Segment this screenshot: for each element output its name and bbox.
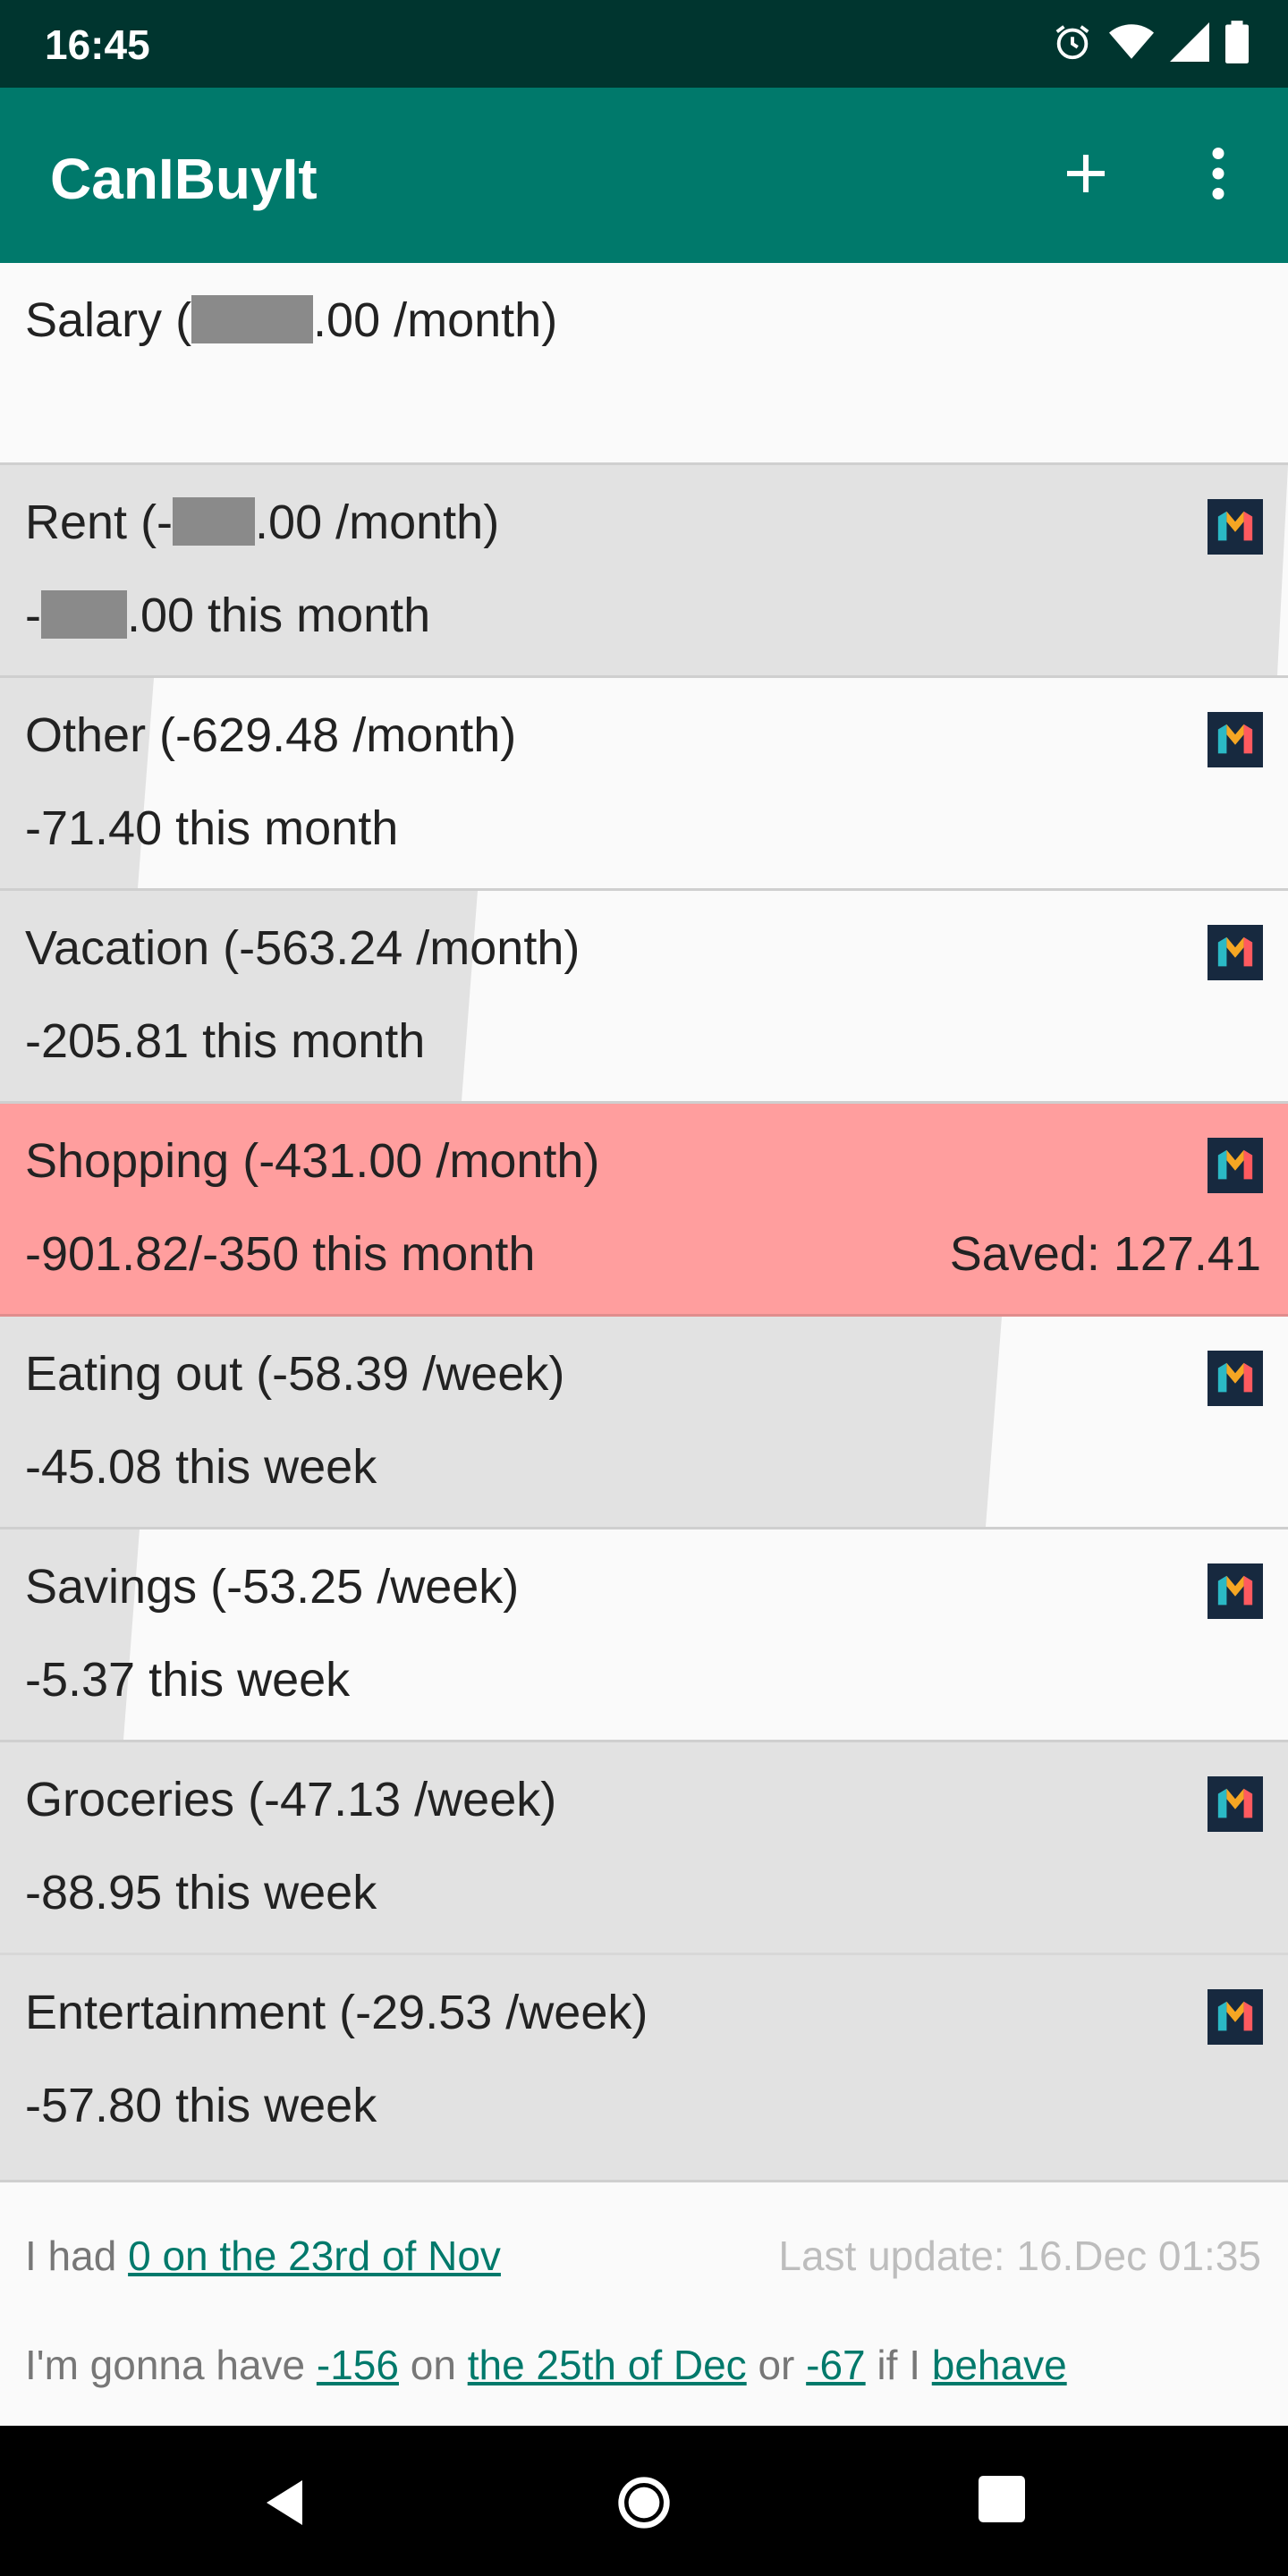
behave-amount-link[interactable]: -67 bbox=[806, 2342, 865, 2388]
category-label: Eating out (-58.39 /week) bbox=[25, 1347, 565, 1401]
status-time: 16:45 bbox=[45, 21, 150, 68]
budget-row-shopping[interactable]: Shopping (-431.00 /month) -901.82/-350 t… bbox=[0, 1104, 1288, 1317]
category-spent: -57.80 this week bbox=[25, 2079, 377, 2132]
behave-link[interactable]: behave bbox=[932, 2342, 1067, 2388]
category-label: Groceries (-47.13 /week) bbox=[25, 1773, 557, 1826]
monzo-icon bbox=[1208, 925, 1263, 980]
projection-footer: I had 0 on the 23rd of Nov Last update: … bbox=[0, 2182, 1288, 2426]
monzo-icon bbox=[1208, 1351, 1263, 1406]
history-line: I had 0 on the 23rd of Nov bbox=[25, 2233, 501, 2279]
budget-row-groceries[interactable]: Groceries (-47.13 /week) -88.95 this wee… bbox=[0, 1742, 1288, 1955]
projection-date-link[interactable]: the 25th of Dec bbox=[468, 2342, 747, 2388]
category-spent: -901.82/-350 this month bbox=[25, 1227, 536, 1281]
budget-row-rent[interactable]: Rent (- .00 /month) - .00 this month bbox=[0, 465, 1288, 678]
app-title: CanIBuyIt bbox=[50, 147, 318, 211]
monzo-icon bbox=[1208, 1138, 1263, 1193]
category-label: Shopping (-431.00 /month) bbox=[25, 1134, 600, 1188]
category-label: Savings (-53.25 /week) bbox=[25, 1560, 520, 1614]
budget-row-entertainment[interactable]: Entertainment (-29.53 /week) -57.80 this… bbox=[0, 1955, 1288, 2182]
monzo-icon bbox=[1208, 1563, 1263, 1619]
more-vert-icon bbox=[1212, 148, 1224, 199]
saved-amount: Saved: 127.41 bbox=[949, 1227, 1261, 1281]
category-label: Vacation (-563.24 /month) bbox=[25, 921, 580, 975]
budget-row-other[interactable]: Other (-629.48 /month) -71.40 this month bbox=[0, 678, 1288, 891]
rent-spent: - .00 this month bbox=[25, 589, 431, 642]
last-update: Last update: 16.Dec 01:35 bbox=[778, 2233, 1261, 2279]
status-icons bbox=[1052, 18, 1249, 70]
back-icon[interactable] bbox=[258, 2476, 311, 2529]
overflow-menu-button[interactable] bbox=[1186, 141, 1250, 206]
salary-row[interactable]: Salary (.00 /month) bbox=[0, 263, 1288, 465]
monzo-icon bbox=[1208, 1776, 1263, 1832]
app-bar: CanIBuyIt bbox=[0, 88, 1288, 263]
add-icon bbox=[1067, 155, 1105, 192]
home-icon[interactable] bbox=[615, 2474, 673, 2531]
status-bar: 16:45 bbox=[0, 0, 1288, 88]
category-spent: -88.95 this week bbox=[25, 1866, 377, 1919]
system-nav-bar bbox=[0, 2426, 1288, 2576]
recents-icon[interactable] bbox=[979, 2476, 1025, 2522]
monzo-icon bbox=[1208, 1989, 1263, 2045]
rent-label: Rent (- .00 /month) bbox=[25, 496, 500, 549]
category-spent: -5.37 this week bbox=[25, 1653, 351, 1707]
category-label: Entertainment (-29.53 /week) bbox=[25, 1986, 648, 2039]
redacted-amount bbox=[40, 590, 127, 639]
projected-amount-link[interactable]: -156 bbox=[317, 2342, 399, 2388]
wifi-icon bbox=[1109, 22, 1154, 66]
category-spent: -45.08 this week bbox=[25, 1440, 377, 1494]
category-spent: -205.81 this month bbox=[25, 1014, 426, 1068]
monzo-icon bbox=[1208, 499, 1263, 555]
alarm-icon bbox=[1052, 21, 1093, 67]
monzo-icon bbox=[1208, 712, 1263, 767]
budget-row-eating-out[interactable]: Eating out (-58.39 /week) -45.08 this we… bbox=[0, 1317, 1288, 1530]
category-spent: -71.40 this month bbox=[25, 801, 399, 855]
projection-line: I'm gonna have -156 on the 25th of Dec o… bbox=[25, 2342, 1067, 2388]
salary-label: Salary (.00 /month) bbox=[25, 293, 558, 347]
redacted-amount bbox=[173, 497, 256, 546]
budget-row-savings[interactable]: Savings (-53.25 /week) -5.37 this week bbox=[0, 1530, 1288, 1742]
add-button[interactable] bbox=[1054, 141, 1118, 206]
category-label: Other (-629.48 /month) bbox=[25, 708, 517, 762]
redacted-amount bbox=[191, 295, 314, 343]
battery-icon bbox=[1225, 20, 1249, 68]
start-balance-link[interactable]: 0 on the 23rd of Nov bbox=[128, 2233, 501, 2279]
budget-row-vacation[interactable]: Vacation (-563.24 /month) -205.81 this m… bbox=[0, 891, 1288, 1104]
signal-icon bbox=[1170, 21, 1209, 66]
